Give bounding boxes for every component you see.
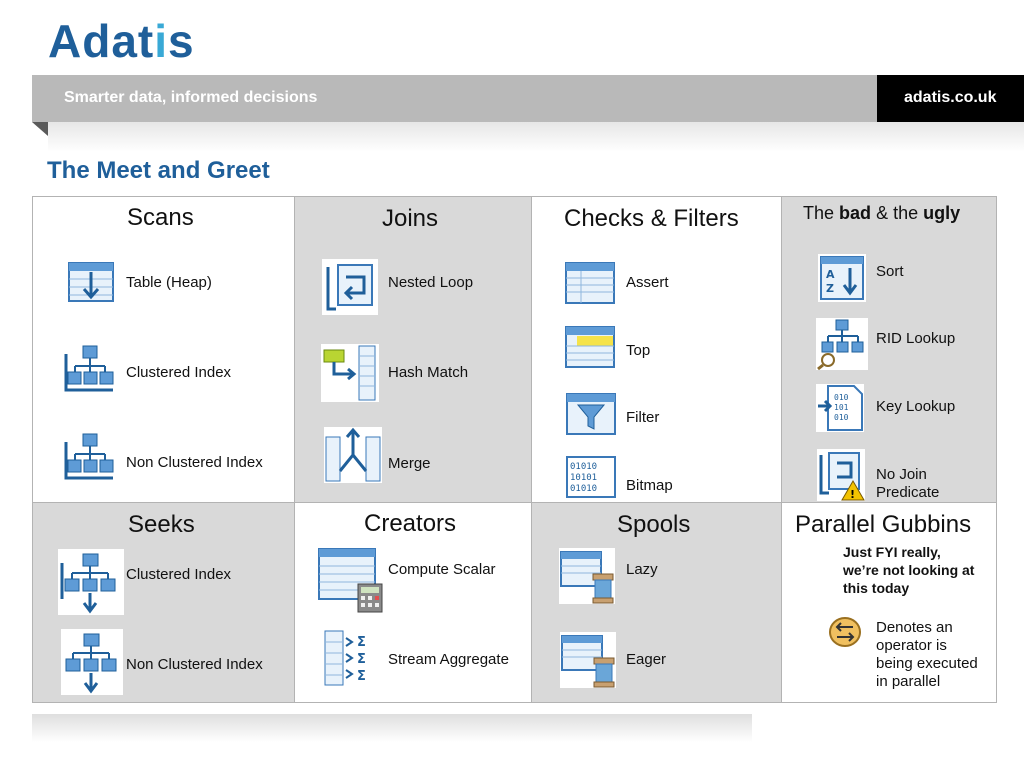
svg-text:010: 010 (834, 413, 849, 422)
no-join-predicate-label: No Join Predicate (876, 466, 939, 502)
parallel-desc-line3: being executed (876, 655, 978, 672)
site-link[interactable]: adatis.co.uk (877, 75, 1024, 122)
top-label: Top (626, 342, 651, 359)
no-join-label-line1: No Join (876, 466, 927, 483)
band-shadow (48, 122, 1024, 152)
parallel-note-line1: Just FYI really, (843, 544, 941, 560)
svg-text:101: 101 (834, 403, 849, 412)
nonclustered-index-seek-label: Non Clustered Index (126, 656, 263, 673)
sort-icon: AZ (818, 254, 866, 307)
stream-aggregate-label: Stream Aggregate (388, 651, 509, 668)
logo-text-i: i (154, 15, 169, 67)
bitmap-icon: 01010 10101 01010 (566, 456, 616, 503)
svg-text:010: 010 (834, 393, 849, 402)
checks-header: Checks & Filters (564, 205, 739, 232)
table-scan-icon (68, 262, 114, 307)
svg-text:01010: 01010 (570, 462, 597, 472)
adatis-logo: Adatis (48, 14, 195, 68)
rid-lookup-label: RID Lookup (876, 330, 956, 347)
lazy-spool-icon (559, 548, 615, 609)
key-lookup-icon: 010 101 010 (816, 384, 864, 437)
clustered-index-scan-label: Clustered Index (126, 364, 232, 381)
top-icon (565, 326, 615, 373)
nonclustered-index-scan-icon (63, 432, 117, 489)
assert-label: Assert (626, 274, 669, 291)
svg-text:Σ: Σ (357, 635, 366, 650)
ugly-word: ugly (923, 203, 961, 223)
clustered-index-scan-icon (63, 344, 117, 401)
spools-header: Spools (617, 511, 691, 538)
nested-loop-icon (322, 259, 378, 320)
bottom-shadow (32, 714, 752, 742)
sort-label: Sort (876, 263, 904, 280)
joins-header: Joins (382, 205, 439, 232)
assert-icon (565, 262, 615, 309)
parallel-note-line3: this today (843, 580, 910, 596)
svg-text:A: A (826, 268, 835, 281)
lazy-label: Lazy (626, 561, 658, 578)
parallel-description: Denotes an operator is being executed in pa… (876, 619, 978, 691)
key-lookup-label: Key Lookup (876, 398, 956, 415)
parallel-header: Parallel Gubbins (795, 511, 972, 538)
svg-text:Z: Z (826, 282, 834, 295)
svg-text:Σ: Σ (357, 669, 366, 684)
slide-title: The Meet and Greet (47, 157, 270, 184)
parallel-note: Just FYI really, we’re not looking at this… (843, 543, 974, 597)
hash-match-label: Hash Match (388, 364, 469, 381)
svg-text:01010: 01010 (570, 484, 597, 494)
svg-text:Σ: Σ (357, 652, 366, 667)
hash-match-icon (321, 344, 379, 407)
parallel-desc-line2: operator is (876, 637, 947, 654)
eager-spool-icon (560, 632, 616, 693)
compute-scalar-icon (318, 548, 384, 619)
table-heap-label: Table (Heap) (126, 274, 212, 291)
seeks-header: Seeks (128, 511, 195, 538)
eager-label: Eager (626, 651, 667, 668)
svg-text:10101: 10101 (570, 473, 597, 483)
merge-label: Merge (388, 455, 431, 472)
nonclustered-index-seek-icon (61, 629, 123, 700)
parallel-desc-line4: in parallel (876, 673, 941, 690)
bad-word: bad (839, 203, 872, 223)
bad-ugly-header: The bad & the ugly (803, 203, 960, 224)
parallel-note-line2: we’re not looking at (843, 562, 975, 578)
merge-join-icon (324, 427, 382, 488)
clustered-index-seek-label: Clustered Index (126, 566, 232, 583)
creators-header: Creators (364, 510, 457, 537)
filter-label: Filter (626, 409, 660, 426)
compute-scalar-label: Compute Scalar (388, 561, 496, 578)
tagline: Smarter data, informed decisions (64, 89, 318, 106)
stream-aggregate-icon: ΣΣΣ (324, 630, 376, 691)
bad-ugly-and: & the (876, 203, 919, 223)
clustered-index-seek-icon (58, 549, 124, 620)
logo-text-main: Adat (48, 15, 155, 67)
band-corner-fold (32, 122, 48, 136)
no-join-label-line2: Predicate (876, 484, 940, 501)
filter-icon (566, 393, 616, 440)
nested-loop-label: Nested Loop (388, 274, 474, 291)
rid-lookup-icon (816, 318, 868, 375)
tagline-band: Smarter data, informed decisions (32, 75, 877, 122)
nonclustered-index-scan-label: Non Clustered Index (126, 454, 263, 471)
no-join-predicate-icon: ! (817, 449, 865, 506)
bad-ugly-cell (781, 196, 997, 503)
svg-text:!: ! (850, 488, 855, 501)
site-url: adatis.co.uk (904, 89, 997, 106)
parallelism-icon (829, 617, 861, 652)
parallel-desc-line1: Denotes an (876, 619, 953, 636)
bitmap-label: Bitmap (626, 477, 673, 494)
bad-ugly-the: The (803, 203, 835, 223)
logo-text-end: s (168, 15, 195, 67)
scans-header: Scans (127, 204, 194, 231)
